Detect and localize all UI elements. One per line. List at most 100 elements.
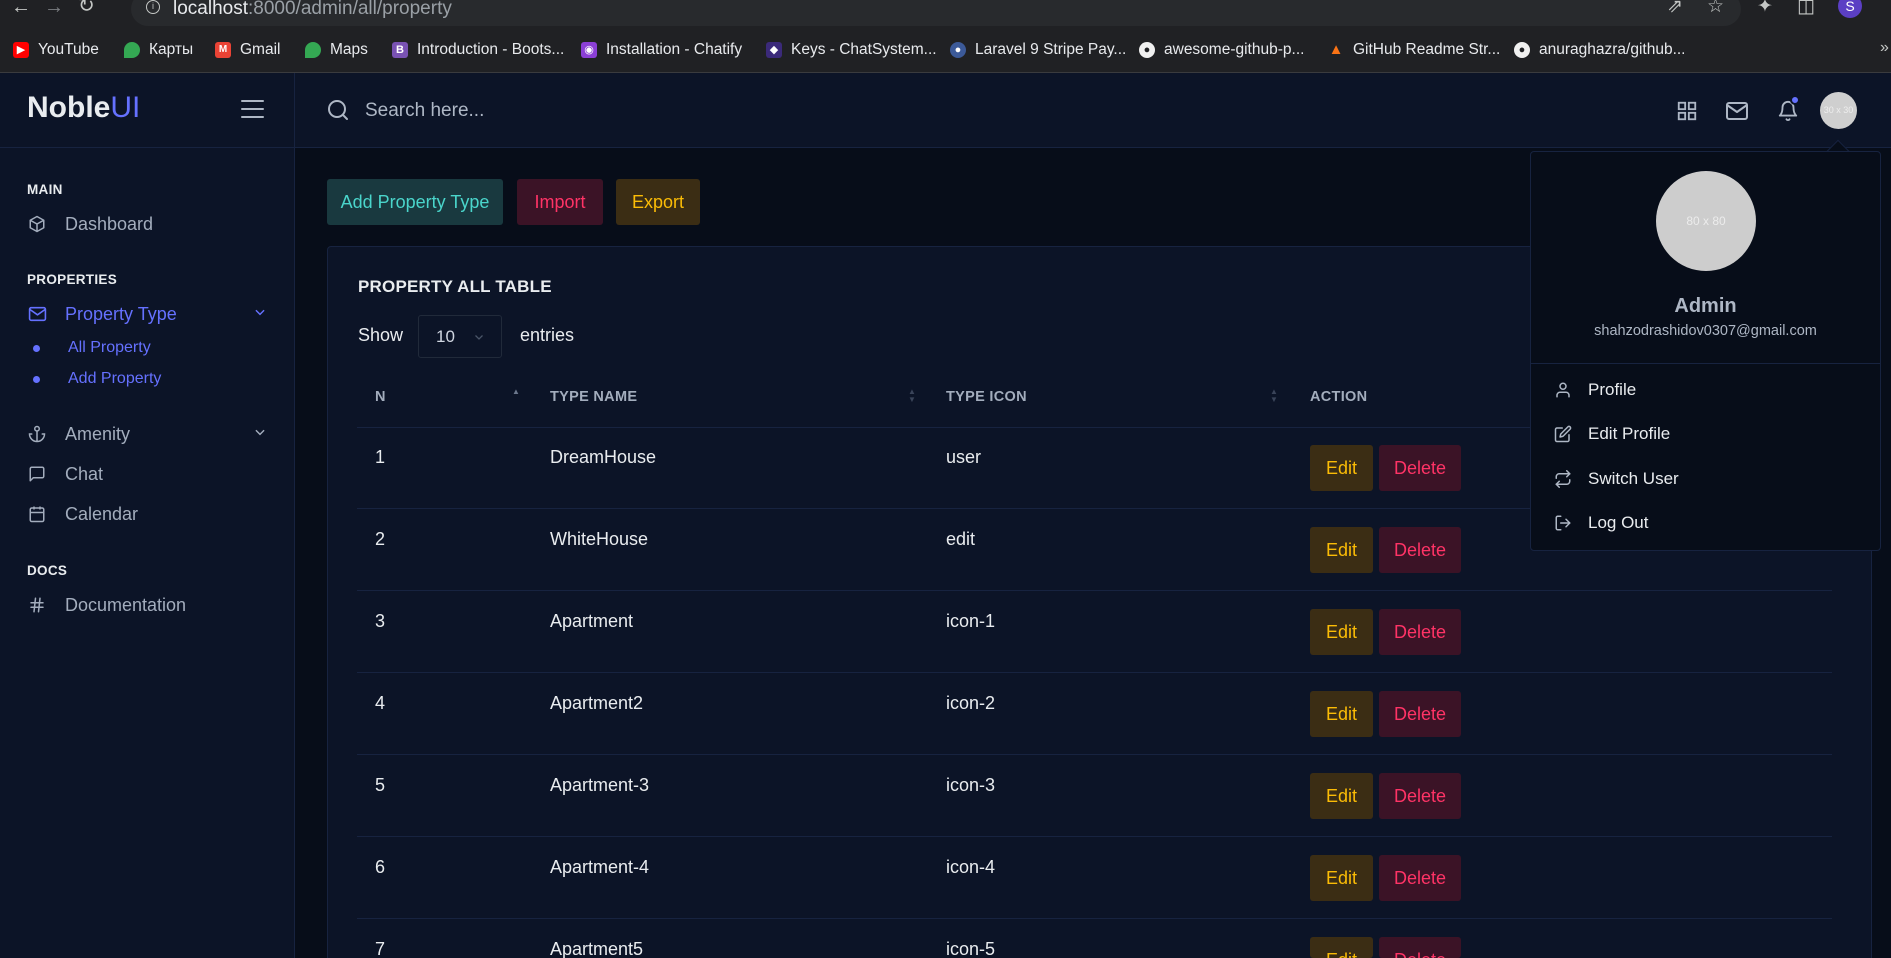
nav-category-docs: DOCS	[27, 563, 68, 578]
sidebar-item-label: Property Type	[65, 303, 177, 324]
sidebar-item-label: Chat	[65, 463, 104, 484]
edit-button[interactable]: Edit	[1310, 445, 1373, 491]
sidebar-item-calendar[interactable]: Calendar	[27, 501, 267, 527]
sidebar-item-amenity[interactable]: Amenity	[27, 421, 267, 447]
show-label: Show	[358, 325, 404, 345]
browser-profile-avatar[interactable]: S	[1838, 0, 1862, 18]
app-logo[interactable]: NobleUI	[27, 91, 140, 125]
back-arrow-icon[interactable]: ←	[11, 0, 31, 18]
share-icon[interactable]: ⇗	[1667, 0, 1683, 16]
edit-button[interactable]: Edit	[1310, 691, 1373, 737]
sidebar-item-documentation[interactable]: Documentation	[27, 592, 267, 618]
bookmark-label: Gmail	[240, 41, 281, 58]
delete-button[interactable]: Delete	[1379, 773, 1461, 819]
bookmark-bootstrap[interactable]: B Introduction - Boots...	[392, 40, 564, 60]
bookmark-chatify[interactable]: ◉ Installation - Chatify	[581, 40, 742, 60]
sidebar-item-dashboard[interactable]: Dashboard	[27, 211, 267, 237]
logo-main: Noble	[27, 91, 111, 124]
delete-button[interactable]: Delete	[1379, 609, 1461, 655]
profile-name: Admin	[1674, 295, 1737, 317]
edit-button[interactable]: Edit	[1310, 855, 1373, 901]
edit-button[interactable]: Edit	[1310, 609, 1373, 655]
edit-icon	[1553, 424, 1573, 444]
forward-arrow-icon[interactable]: →	[44, 0, 64, 18]
sidebar-toggle-icon[interactable]	[241, 100, 264, 120]
bookmark-anuraghazra[interactable]: ● anuraghazra/github...	[1514, 40, 1686, 60]
bookmark-label: Laravel 9 Stripe Pay...	[975, 41, 1127, 58]
menu-item-profile[interactable]: Profile	[1553, 378, 1636, 402]
bookmark-karty[interactable]: Карты	[124, 40, 193, 60]
youtube-icon: ▶	[13, 42, 29, 58]
url-host: localhost	[173, 0, 248, 19]
cell-type-name: Apartment2	[550, 693, 644, 713]
cell-n: 6	[375, 857, 386, 877]
github-icon: ●	[1139, 42, 1155, 58]
page-length-select[interactable]: 10	[418, 315, 502, 358]
extensions-icon[interactable]: ✦	[1757, 0, 1773, 16]
chevron-down-icon	[253, 305, 267, 319]
edit-button[interactable]: Edit	[1310, 937, 1373, 958]
row-divider	[357, 918, 1832, 919]
bullet-icon	[33, 375, 40, 383]
user-icon	[1553, 380, 1573, 400]
export-button[interactable]: Export	[616, 179, 700, 225]
edit-button[interactable]: Edit	[1310, 527, 1373, 573]
menu-item-label: Profile	[1588, 380, 1637, 399]
menu-item-log-out[interactable]: Log Out	[1553, 511, 1649, 535]
bookmark-label: Карты	[149, 41, 194, 58]
table-title: PROPERTY ALL TABLE	[358, 277, 552, 296]
edit-button[interactable]: Edit	[1310, 773, 1373, 819]
sidebar-item-label: Dashboard	[65, 213, 154, 234]
bookmark-awesome-github[interactable]: ● awesome-github-p...	[1139, 40, 1304, 60]
column-header-type-name[interactable]: TYPE NAME	[550, 389, 637, 405]
page-length-value: 10	[436, 327, 455, 346]
bookmark-youtube[interactable]: ▶ YouTube	[13, 40, 99, 60]
bookmark-label: Introduction - Boots...	[417, 41, 565, 58]
sidebar-subitem-add-property[interactable]: Add Property	[33, 369, 161, 389]
bookmark-chatsystem[interactable]: ◆ Keys - ChatSystem...	[766, 40, 937, 60]
delete-button[interactable]: Delete	[1379, 527, 1461, 573]
column-header-type-icon[interactable]: TYPE ICON	[946, 389, 1027, 405]
bookmarks-bar: ▶ YouTube Карты M Gmail Maps B Introduction…	[0, 27, 1891, 73]
cell-type-icon: icon-2	[946, 693, 996, 713]
bookmark-github-readme[interactable]: ▲ GitHub Readme Str...	[1328, 40, 1501, 60]
more-bookmarks-icon[interactable]: »	[1880, 39, 1889, 57]
delete-button[interactable]: Delete	[1379, 445, 1461, 491]
reload-icon[interactable]: ↻	[78, 0, 95, 17]
delete-button[interactable]: Delete	[1379, 937, 1461, 958]
cell-type-icon: user	[946, 447, 982, 467]
sidebar-item-label: Documentation	[65, 594, 187, 615]
user-avatar[interactable]: 30 x 30	[1820, 92, 1857, 129]
box-icon	[27, 214, 47, 234]
menu-item-label: Log Out	[1588, 513, 1649, 532]
delete-button[interactable]: Delete	[1379, 855, 1461, 901]
sidebar-subitem-all-property[interactable]: All Property	[33, 338, 151, 358]
delete-button[interactable]: Delete	[1379, 691, 1461, 737]
sidebar-item-property-type[interactable]: Property Type	[27, 301, 267, 327]
bootstrap-icon: B	[392, 42, 408, 58]
sort-icon[interactable]: ▲ ▼	[1270, 388, 1278, 404]
cell-type-name: Apartment5	[550, 939, 644, 958]
import-button[interactable]: Import	[517, 179, 603, 225]
url-text[interactable]: localhost:8000/admin/all/property	[173, 0, 452, 20]
grid-icon[interactable]	[1674, 98, 1700, 124]
sidebar-item-chat[interactable]: Chat	[27, 461, 267, 487]
menu-item-edit-profile[interactable]: Edit Profile	[1553, 422, 1670, 446]
chatsystem-icon: ◆	[766, 42, 782, 58]
bookmark-gmail[interactable]: M Gmail	[215, 40, 280, 60]
search-input[interactable]	[365, 98, 965, 124]
side-panel-icon[interactable]: ◫	[1797, 0, 1815, 16]
menu-item-switch-user[interactable]: Switch User	[1553, 467, 1679, 491]
cell-n: 2	[375, 529, 386, 549]
column-header-n[interactable]: N	[375, 389, 386, 405]
bookmark-maps[interactable]: Maps	[305, 40, 368, 60]
cell-n: 7	[375, 939, 386, 958]
add-property-type-button[interactable]: Add Property Type	[327, 179, 503, 225]
sort-icon[interactable]: ▲ ▼	[908, 388, 916, 404]
bookmark-star-icon[interactable]: ☆	[1707, 0, 1724, 16]
bookmark-laravel-stripe[interactable]: ● Laravel 9 Stripe Pay...	[950, 40, 1126, 60]
sort-icon[interactable]: ▲	[512, 388, 520, 396]
mail-icon[interactable]	[1724, 98, 1750, 124]
site-info-icon[interactable]: i	[146, 0, 160, 14]
anchor-icon	[27, 424, 47, 444]
